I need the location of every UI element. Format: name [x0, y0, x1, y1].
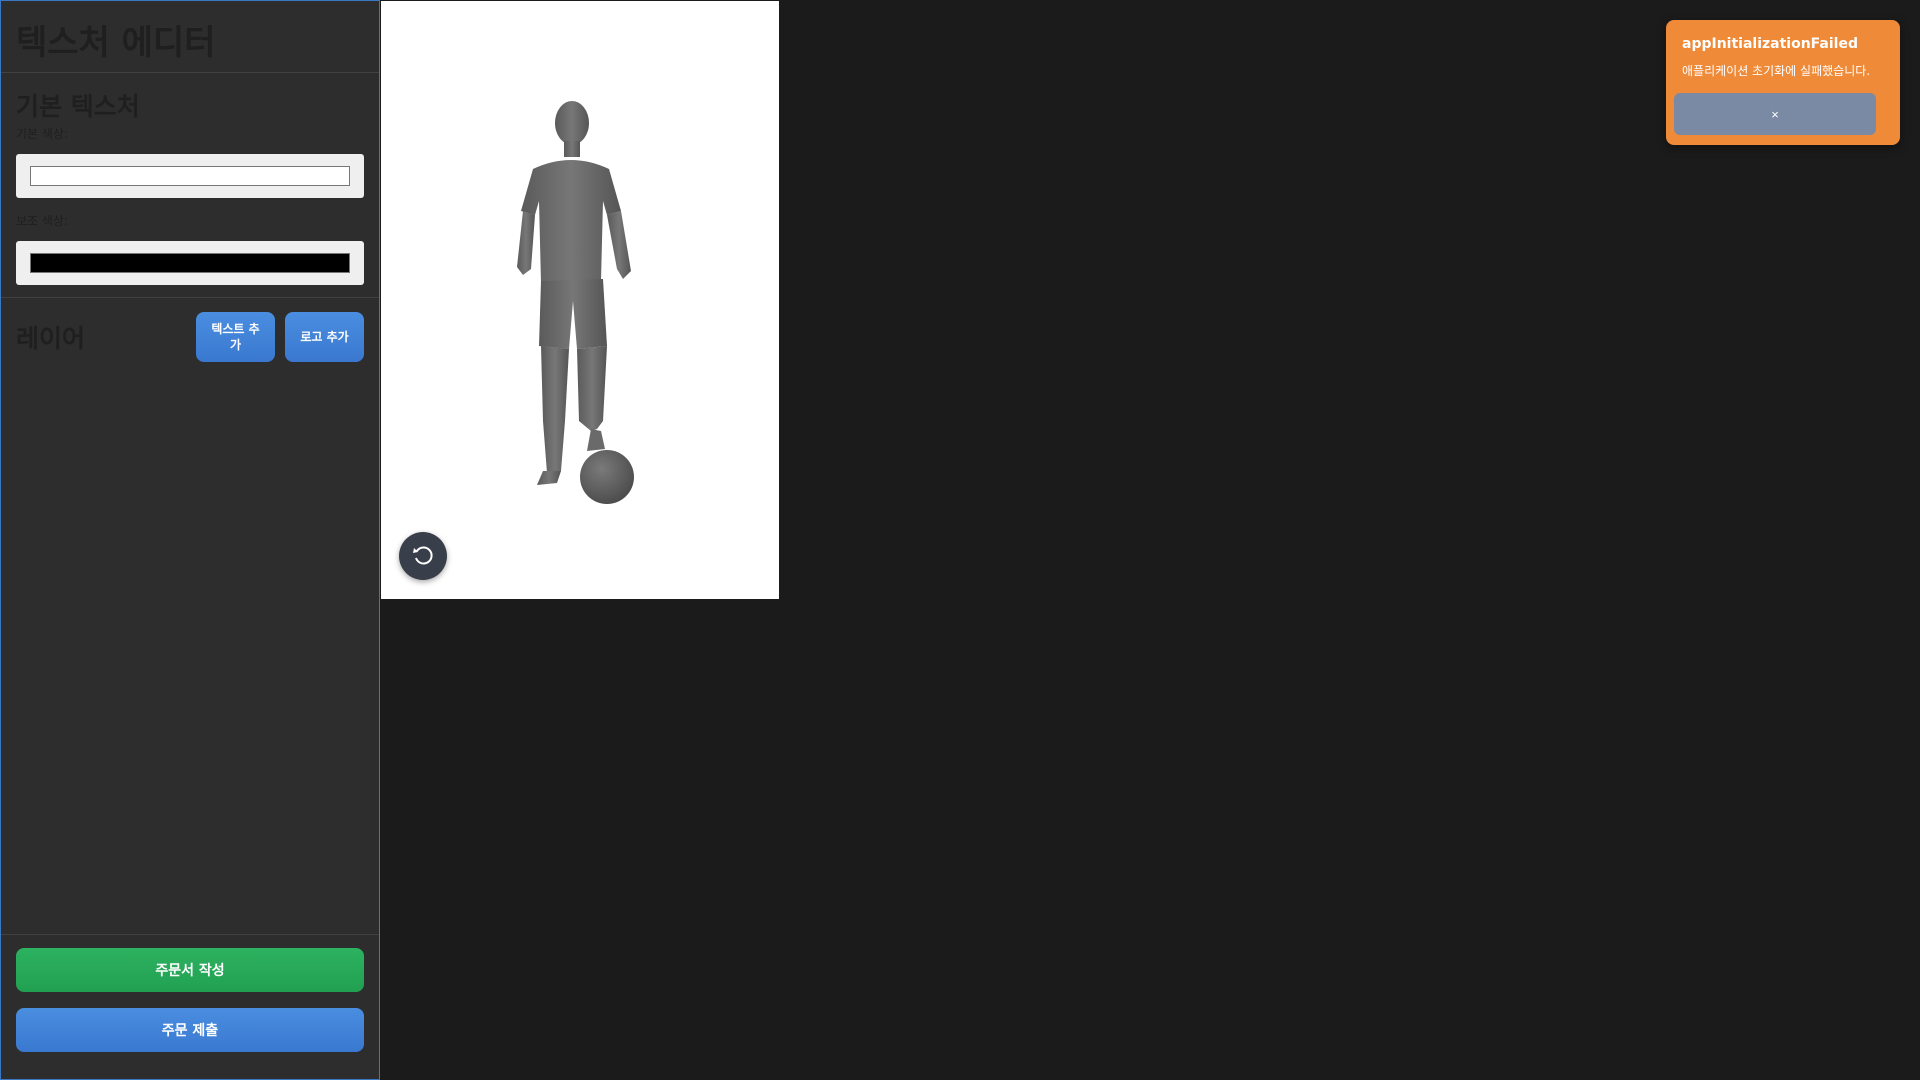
layers-heading: 레이어 — [16, 324, 86, 353]
texture-editor-sidebar: 텍스처 에디터 기본 텍스처 기본 색상: 보조 색상: 레이어 텍스트 추가 … — [0, 0, 380, 1080]
primary-color-label: 기본 색상: — [16, 127, 69, 141]
toast-message: 애플리케이션 초기화에 실패했습니다. — [1682, 64, 1871, 78]
primary-color-swatch[interactable] — [30, 166, 350, 186]
secondary-color-label: 보조 색상: — [16, 214, 69, 228]
reset-view-button[interactable] — [399, 532, 447, 580]
add-text-button[interactable]: 텍스트 추가 — [196, 312, 275, 362]
primary-color-input[interactable] — [16, 154, 364, 198]
toast-close-button[interactable]: × — [1674, 93, 1876, 135]
3d-model-viewer[interactable] — [381, 1, 779, 599]
toast-title: appInitializationFailed — [1682, 36, 1858, 52]
create-order-button[interactable]: 주문서 작성 — [16, 948, 364, 992]
layers-section: 레이어 텍스트 추가 로고 추가 — [1, 298, 379, 376]
secondary-color-input[interactable] — [16, 241, 364, 285]
error-toast: appInitializationFailed 애플리케이션 초기화에 실패했습… — [1666, 20, 1900, 145]
base-texture-heading: 기본 텍스처 — [16, 92, 140, 121]
rotate-reset-icon — [413, 546, 433, 565]
add-logo-button[interactable]: 로고 추가 — [285, 312, 364, 362]
sidebar-title: 텍스처 에디터 — [1, 1, 379, 73]
submit-order-button[interactable]: 주문 제출 — [16, 1008, 364, 1052]
player-model — [517, 101, 634, 504]
base-texture-section: 기본 텍스처 기본 색상: 보조 색상: — [1, 73, 379, 298]
sidebar-footer-divider — [1, 934, 379, 935]
secondary-color-swatch[interactable] — [30, 253, 350, 273]
